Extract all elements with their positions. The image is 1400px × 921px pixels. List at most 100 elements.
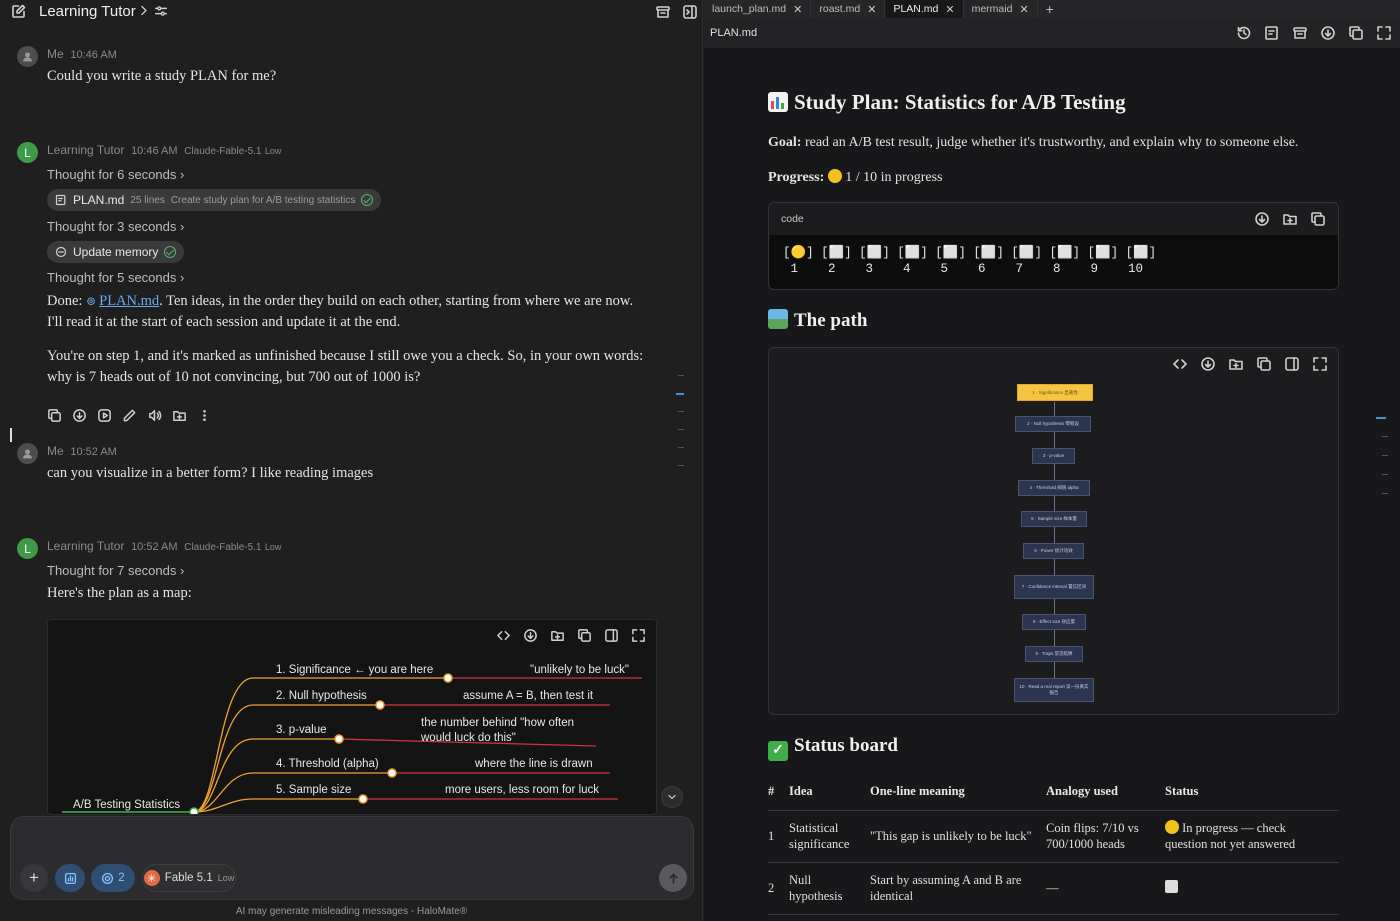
flow-node-1[interactable]: 1 · Significance 显著性	[1017, 384, 1093, 401]
tab-plan[interactable]: PLAN.md ✕	[885, 0, 964, 18]
edit-file-icon[interactable]	[1264, 25, 1280, 41]
flowchart-diagram: 1 · Significance 显著性 2 · Null hypothesis…	[768, 347, 1339, 715]
file-path: PLAN.md	[710, 27, 758, 39]
toggle-panel-icon[interactable]	[682, 4, 698, 20]
table-header: Status	[1165, 784, 1199, 798]
folder-add-icon[interactable]	[550, 628, 565, 643]
send-button[interactable]	[659, 864, 687, 892]
code-icon[interactable]	[1172, 356, 1188, 372]
copy-icon[interactable]	[577, 628, 592, 643]
table-header: One-line meaning	[870, 784, 965, 798]
download-icon[interactable]	[523, 628, 538, 643]
copy-icon[interactable]	[1256, 356, 1272, 372]
download-icon[interactable]	[1320, 25, 1336, 41]
chat-pane: Learning Tutor Me 10:46 AM Could you wri…	[0, 0, 703, 921]
more-vertical-icon[interactable]	[197, 408, 212, 423]
archive-icon[interactable]	[1292, 25, 1308, 41]
context-count: 2	[118, 872, 125, 884]
close-icon[interactable]: ✕	[867, 3, 876, 16]
speaker-icon[interactable]	[147, 408, 162, 423]
message-meta: Learning Tutor 10:46 AM Claude-Fable-5.1…	[47, 143, 281, 157]
chart-mode-button[interactable]	[55, 864, 85, 892]
chat-title[interactable]: Learning Tutor	[39, 3, 136, 20]
tab-launch-plan[interactable]: launch_plan.md ✕	[704, 0, 812, 18]
flow-node-2[interactable]: 2 · Null hypothesis 零假设	[1015, 416, 1091, 432]
file-chip[interactable]: PLAN.md 25 lines Create study plan for A…	[47, 189, 382, 211]
archive-icon[interactable]	[655, 4, 671, 20]
code-content[interactable]: [🟡] [⬜] [⬜] [⬜] [⬜] [⬜] [⬜] [⬜] [⬜] [⬜] …	[769, 235, 1338, 289]
download-icon[interactable]	[1200, 356, 1216, 372]
side-panel-icon[interactable]	[604, 628, 619, 643]
download-icon[interactable]	[1254, 211, 1270, 227]
editor-toolbar	[1236, 25, 1392, 41]
table-header: #	[768, 784, 775, 798]
flow-node-6[interactable]: 6 · Power 统计功效	[1023, 543, 1084, 559]
thought-toggle[interactable]: Thought for 7 seconds ›	[47, 563, 184, 578]
side-panel-icon[interactable]	[1284, 356, 1300, 372]
memory-chip[interactable]: Update memory	[47, 241, 185, 263]
disclaimer: AI may generate misleading messages - Ha…	[235, 906, 468, 917]
text-cursor	[10, 428, 12, 442]
thought-toggle[interactable]: Thought for 3 seconds ›	[47, 219, 184, 234]
tab-mermaid[interactable]: mermaid ✕	[964, 0, 1038, 18]
arrow-up-icon	[667, 872, 680, 885]
flow-node-8[interactable]: 8 · Effect size 效应量	[1022, 614, 1086, 630]
pencil-icon[interactable]	[122, 408, 137, 423]
folder-add-icon[interactable]	[172, 408, 187, 423]
model-selector[interactable]: ✳ Fable 5.1 Low	[142, 864, 236, 892]
check-mark-icon: ✓	[768, 741, 788, 761]
settings-sliders-icon[interactable]	[154, 4, 168, 18]
download-icon[interactable]	[72, 408, 87, 423]
new-tab-button[interactable]: +	[1038, 0, 1062, 18]
flow-node-7[interactable]: 7 · Confidence interval 置信区间	[1014, 575, 1094, 599]
chevron-right-icon[interactable]	[137, 4, 150, 17]
tab-roast[interactable]: roast.md ✕	[811, 0, 886, 18]
chat-header: Learning Tutor	[0, 0, 703, 24]
avatar-tutor: L	[17, 142, 38, 163]
close-icon[interactable]: ✕	[1019, 3, 1028, 16]
play-icon[interactable]	[97, 408, 112, 423]
thought-toggle[interactable]: Thought for 6 seconds ›	[47, 167, 184, 182]
table-divider	[768, 810, 1339, 811]
flow-node-3[interactable]: 3 · p-value	[1032, 448, 1075, 464]
flow-node-10[interactable]: 10 · Read a real report 读一份真实报告	[1014, 678, 1094, 702]
table-header: Idea	[789, 784, 813, 798]
avatar-me	[17, 443, 38, 464]
check-icon	[164, 246, 177, 258]
model-logo-icon: ✳	[143, 870, 160, 886]
scroll-down-button[interactable]	[661, 786, 683, 808]
copy-icon[interactable]	[47, 408, 62, 423]
add-attachment-button[interactable]: +	[20, 864, 48, 892]
mindmap-branch-3: 3. p-value	[276, 724, 327, 736]
flow-node-5[interactable]: 5 · Sample size 样本量	[1021, 511, 1087, 527]
flow-node-9[interactable]: 9 · Traps 常见陷阱	[1025, 646, 1083, 662]
fullscreen-icon[interactable]	[1376, 25, 1392, 41]
mindmap-note-2: assume A = B, then test it	[463, 690, 594, 702]
context-button[interactable]: 2	[91, 864, 135, 892]
message-text: Could you write a study PLAN for me?	[47, 68, 277, 84]
close-icon[interactable]: ✕	[793, 3, 802, 16]
minimap-tick	[1382, 436, 1388, 437]
new-chat-icon[interactable]	[11, 3, 27, 19]
copy-icon[interactable]	[1348, 25, 1364, 41]
mindmap-note-3b: would luck do this"	[421, 732, 516, 744]
mindmap-note-3a: the number behind "how often	[421, 717, 575, 729]
copy-icon[interactable]	[1310, 211, 1326, 227]
plan-file-link[interactable]: PLAN.md	[99, 293, 159, 309]
folder-add-icon[interactable]	[1282, 211, 1298, 227]
thought-toggle[interactable]: Thought for 5 seconds ›	[47, 270, 184, 285]
message-composer[interactable]: + 2 ✳ Fable 5.1 Low	[10, 816, 694, 900]
model-name: Claude-Fable-5.1	[184, 146, 262, 157]
close-icon[interactable]: ✕	[945, 3, 954, 16]
minimap-tick	[1382, 474, 1388, 475]
fullscreen-icon[interactable]	[631, 628, 646, 643]
chart-emoji-icon	[768, 92, 788, 112]
code-icon[interactable]	[496, 628, 511, 643]
folder-add-icon[interactable]	[1228, 356, 1244, 372]
flow-node-4[interactable]: 4 · Threshold 阈值 alpha	[1018, 480, 1090, 496]
map-emoji-icon	[768, 309, 788, 329]
table-divider	[768, 914, 1339, 915]
history-icon[interactable]	[1236, 25, 1252, 41]
code-language: code	[781, 213, 804, 225]
fullscreen-icon[interactable]	[1312, 356, 1328, 372]
